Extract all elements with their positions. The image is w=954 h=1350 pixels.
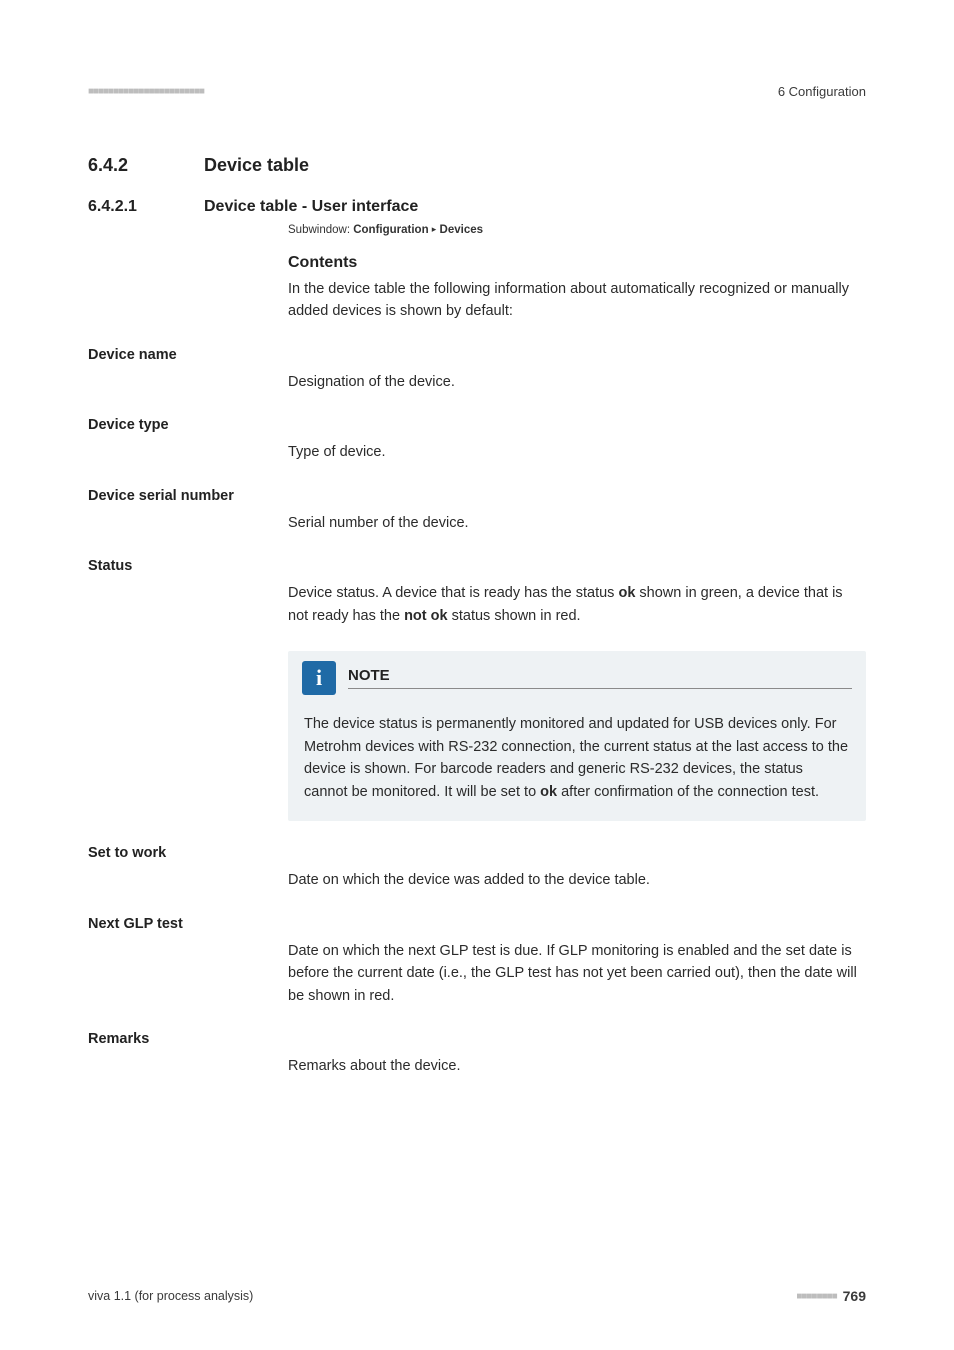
status-text-pre: Device status. A device that is ready ha… <box>288 585 618 601</box>
note-divider <box>348 688 852 689</box>
contents-heading: Contents <box>288 254 866 272</box>
field-label-set-to-work: Set to work <box>88 845 866 861</box>
subwindow-label: Subwindow: <box>288 224 350 236</box>
note-callout: i NOTE The device status is permanently … <box>288 651 866 821</box>
field-body-set-to-work: Date on which the device was added to th… <box>288 869 866 891</box>
subsection-title: Device table - User interface <box>204 198 418 216</box>
footer-left: viva 1.1 (for process analysis) <box>88 1289 253 1303</box>
field-label-device-name: Device name <box>88 347 866 363</box>
status-ok: ok <box>618 585 635 601</box>
page-footer: viva 1.1 (for process analysis) ■■■■■■■■… <box>88 1288 866 1304</box>
field-label-remarks: Remarks <box>88 1031 866 1047</box>
subwindow-path1: Configuration <box>353 224 428 236</box>
field-body-device-name: Designation of the device. <box>288 371 866 393</box>
subwindow-path2: Devices <box>440 224 483 236</box>
status-notok: not ok <box>404 608 448 624</box>
breadcrumb-separator-icon: ▸ <box>432 224 437 234</box>
page-number: 769 <box>843 1288 866 1304</box>
field-body-next-glp: Date on which the next GLP test is due. … <box>288 940 866 1007</box>
field-label-next-glp: Next GLP test <box>88 916 866 932</box>
footer-dashes-icon: ■■■■■■■■ <box>796 1291 836 1302</box>
subsection-heading: 6.4.2.1 Device table - User interface <box>88 198 866 216</box>
subwindow-path: Subwindow: Configuration ▸ Devices <box>288 224 866 236</box>
status-text-post: status shown in red. <box>448 608 581 624</box>
section-number: 6.4.2 <box>88 155 204 176</box>
field-label-device-type: Device type <box>88 417 866 433</box>
section-title: Device table <box>204 155 309 176</box>
note-body: The device status is permanently monitor… <box>288 699 866 821</box>
field-body-serial: Serial number of the device. <box>288 512 866 534</box>
field-body-device-type: Type of device. <box>288 441 866 463</box>
contents-paragraph: In the device table the following inform… <box>288 278 866 323</box>
note-text-post: after confirmation of the connection tes… <box>557 784 819 800</box>
header-dashes-icon: ■■■■■■■■■■■■■■■■■■■■■■■ <box>88 86 204 97</box>
section-heading: 6.4.2 Device table <box>88 155 866 176</box>
page-header: ■■■■■■■■■■■■■■■■■■■■■■■ 6 Configuration <box>88 84 866 99</box>
chapter-label: 6 Configuration <box>778 84 866 99</box>
note-title: NOTE <box>348 667 852 688</box>
field-label-status: Status <box>88 558 866 574</box>
field-label-serial: Device serial number <box>88 488 866 504</box>
field-body-remarks: Remarks about the device. <box>288 1055 866 1077</box>
field-body-status: Device status. A device that is ready ha… <box>288 582 866 627</box>
info-icon: i <box>302 661 336 695</box>
subsection-number: 6.4.2.1 <box>88 198 204 216</box>
note-ok: ok <box>540 784 557 800</box>
